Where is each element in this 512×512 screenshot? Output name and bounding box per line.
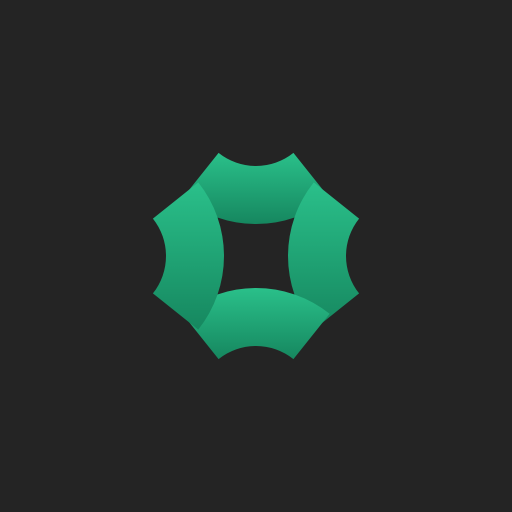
- app-icon-canvas: [0, 0, 512, 512]
- logo-icon: [0, 0, 512, 512]
- icon-background: [0, 0, 512, 512]
